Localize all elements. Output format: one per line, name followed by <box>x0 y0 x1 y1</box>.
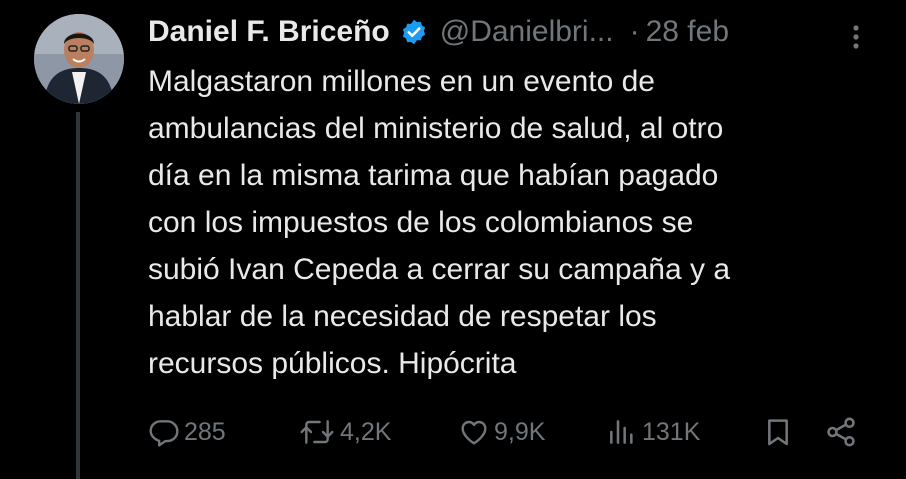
more-vertical-icon[interactable] <box>846 22 866 52</box>
tweet-text-line: recursos públicos. Hipócrita <box>148 347 517 380</box>
avatar[interactable] <box>34 14 124 104</box>
separator-dot: · <box>629 15 640 48</box>
share-icon <box>824 415 858 449</box>
reply-icon <box>148 416 180 448</box>
like-button[interactable]: 9,9K <box>458 410 545 454</box>
tweet-text-line: ambulancias del ministerio de salud, al … <box>148 112 724 145</box>
reply-button[interactable]: 285 <box>148 410 226 454</box>
views-count: 131K <box>642 417 701 446</box>
tweet-text-line: con los impuestos de los colombianos se <box>148 206 694 239</box>
tweet-text-line: hablar de la necesidad de respetar los <box>148 300 657 333</box>
like-count: 9,9K <box>494 417 546 446</box>
heart-icon <box>458 416 490 448</box>
avatar-image <box>34 14 124 104</box>
reply-count: 285 <box>184 417 226 446</box>
repost-count: 4,2K <box>340 417 392 446</box>
share-button[interactable] <box>824 410 858 454</box>
thread-line <box>76 112 80 479</box>
author-name[interactable]: Daniel F. Briceño <box>148 15 390 49</box>
tweet-text-line: subió Ivan Cepeda a cerrar su campaña y … <box>148 253 730 286</box>
author-handle[interactable]: @Danielbri... <box>440 15 614 49</box>
views-icon <box>606 416 638 448</box>
tweet[interactable]: Daniel F. Briceño @Danielbri... · 28 feb… <box>0 0 906 479</box>
bookmark-button[interactable] <box>762 410 794 454</box>
tweet-text-line: día en la misma tarima que habían pagado <box>148 159 719 192</box>
tweet-text: Malgastaron millones en un evento de amb… <box>148 58 888 387</box>
action-bar: 285 4,2K 9,9K 131K <box>148 410 868 454</box>
repost-icon <box>298 416 336 448</box>
tweet-date[interactable]: 28 feb <box>646 15 729 49</box>
bookmark-icon <box>762 416 794 448</box>
views-button[interactable]: 131K <box>606 410 700 454</box>
tweet-header: Daniel F. Briceño @Danielbri... · 28 feb <box>148 10 729 54</box>
verified-badge-icon <box>400 18 428 46</box>
repost-button[interactable]: 4,2K <box>298 410 391 454</box>
tweet-text-line: Malgastaron millones en un evento de <box>148 65 655 98</box>
